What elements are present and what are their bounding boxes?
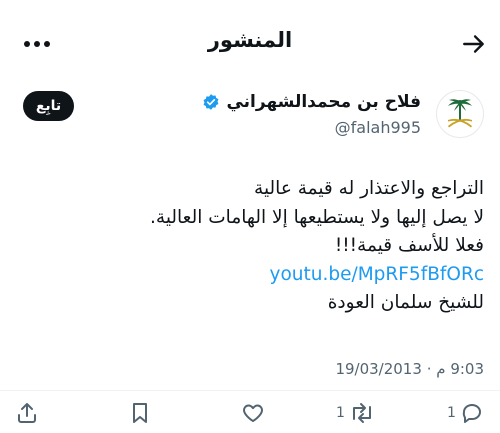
post-date: 19/03/2013: [335, 360, 422, 378]
bookmark-icon: [128, 401, 152, 425]
post-line: للشيخ سلمان العودة: [327, 292, 484, 313]
like-button[interactable]: [240, 398, 266, 428]
author-handle[interactable]: @falah995: [335, 118, 421, 137]
author-name-row: فلاح بن محمدالشهراني: [202, 92, 421, 112]
more-options-icon[interactable]: [14, 24, 60, 64]
verified-badge-icon: [202, 93, 220, 111]
page-title: المنشور: [207, 28, 293, 52]
reply-icon: [460, 401, 484, 425]
author-display-name[interactable]: فلاح بن محمدالشهراني: [226, 92, 421, 112]
reply-button[interactable]: 1: [447, 398, 484, 428]
post-time: 9:03 م: [436, 360, 484, 378]
repost-count: 1: [336, 405, 345, 421]
palm-swords-emblem-icon: [448, 99, 472, 128]
meta-separator: ·: [426, 360, 432, 378]
divider: [0, 390, 500, 391]
post-text: التراجع والاعتذار له قيمة عالية لا يصل إ…: [14, 175, 484, 318]
heart-icon: [240, 401, 266, 425]
avatar[interactable]: [436, 90, 484, 138]
share-icon: [15, 401, 39, 425]
repost-button[interactable]: 1: [336, 398, 375, 428]
post-line: التراجع والاعتذار له قيمة عالية: [254, 178, 484, 199]
follow-button[interactable]: تابِع: [23, 91, 74, 121]
repost-icon: [349, 401, 375, 425]
bookmark-button[interactable]: [128, 398, 152, 428]
arrow-right-icon[interactable]: [454, 24, 494, 64]
post-link[interactable]: youtu.be/MpRF5fBfORc: [270, 264, 484, 285]
post-timestamp[interactable]: 19/03/2013 · 9:03 م: [335, 360, 484, 378]
post-line: فعلا للأسف قيمة!!!: [334, 235, 484, 256]
post-line: لا يصل إليها ولا يستطيعها إلا الهامات ال…: [150, 206, 484, 228]
reply-count: 1: [447, 405, 456, 421]
share-button[interactable]: [15, 398, 39, 428]
